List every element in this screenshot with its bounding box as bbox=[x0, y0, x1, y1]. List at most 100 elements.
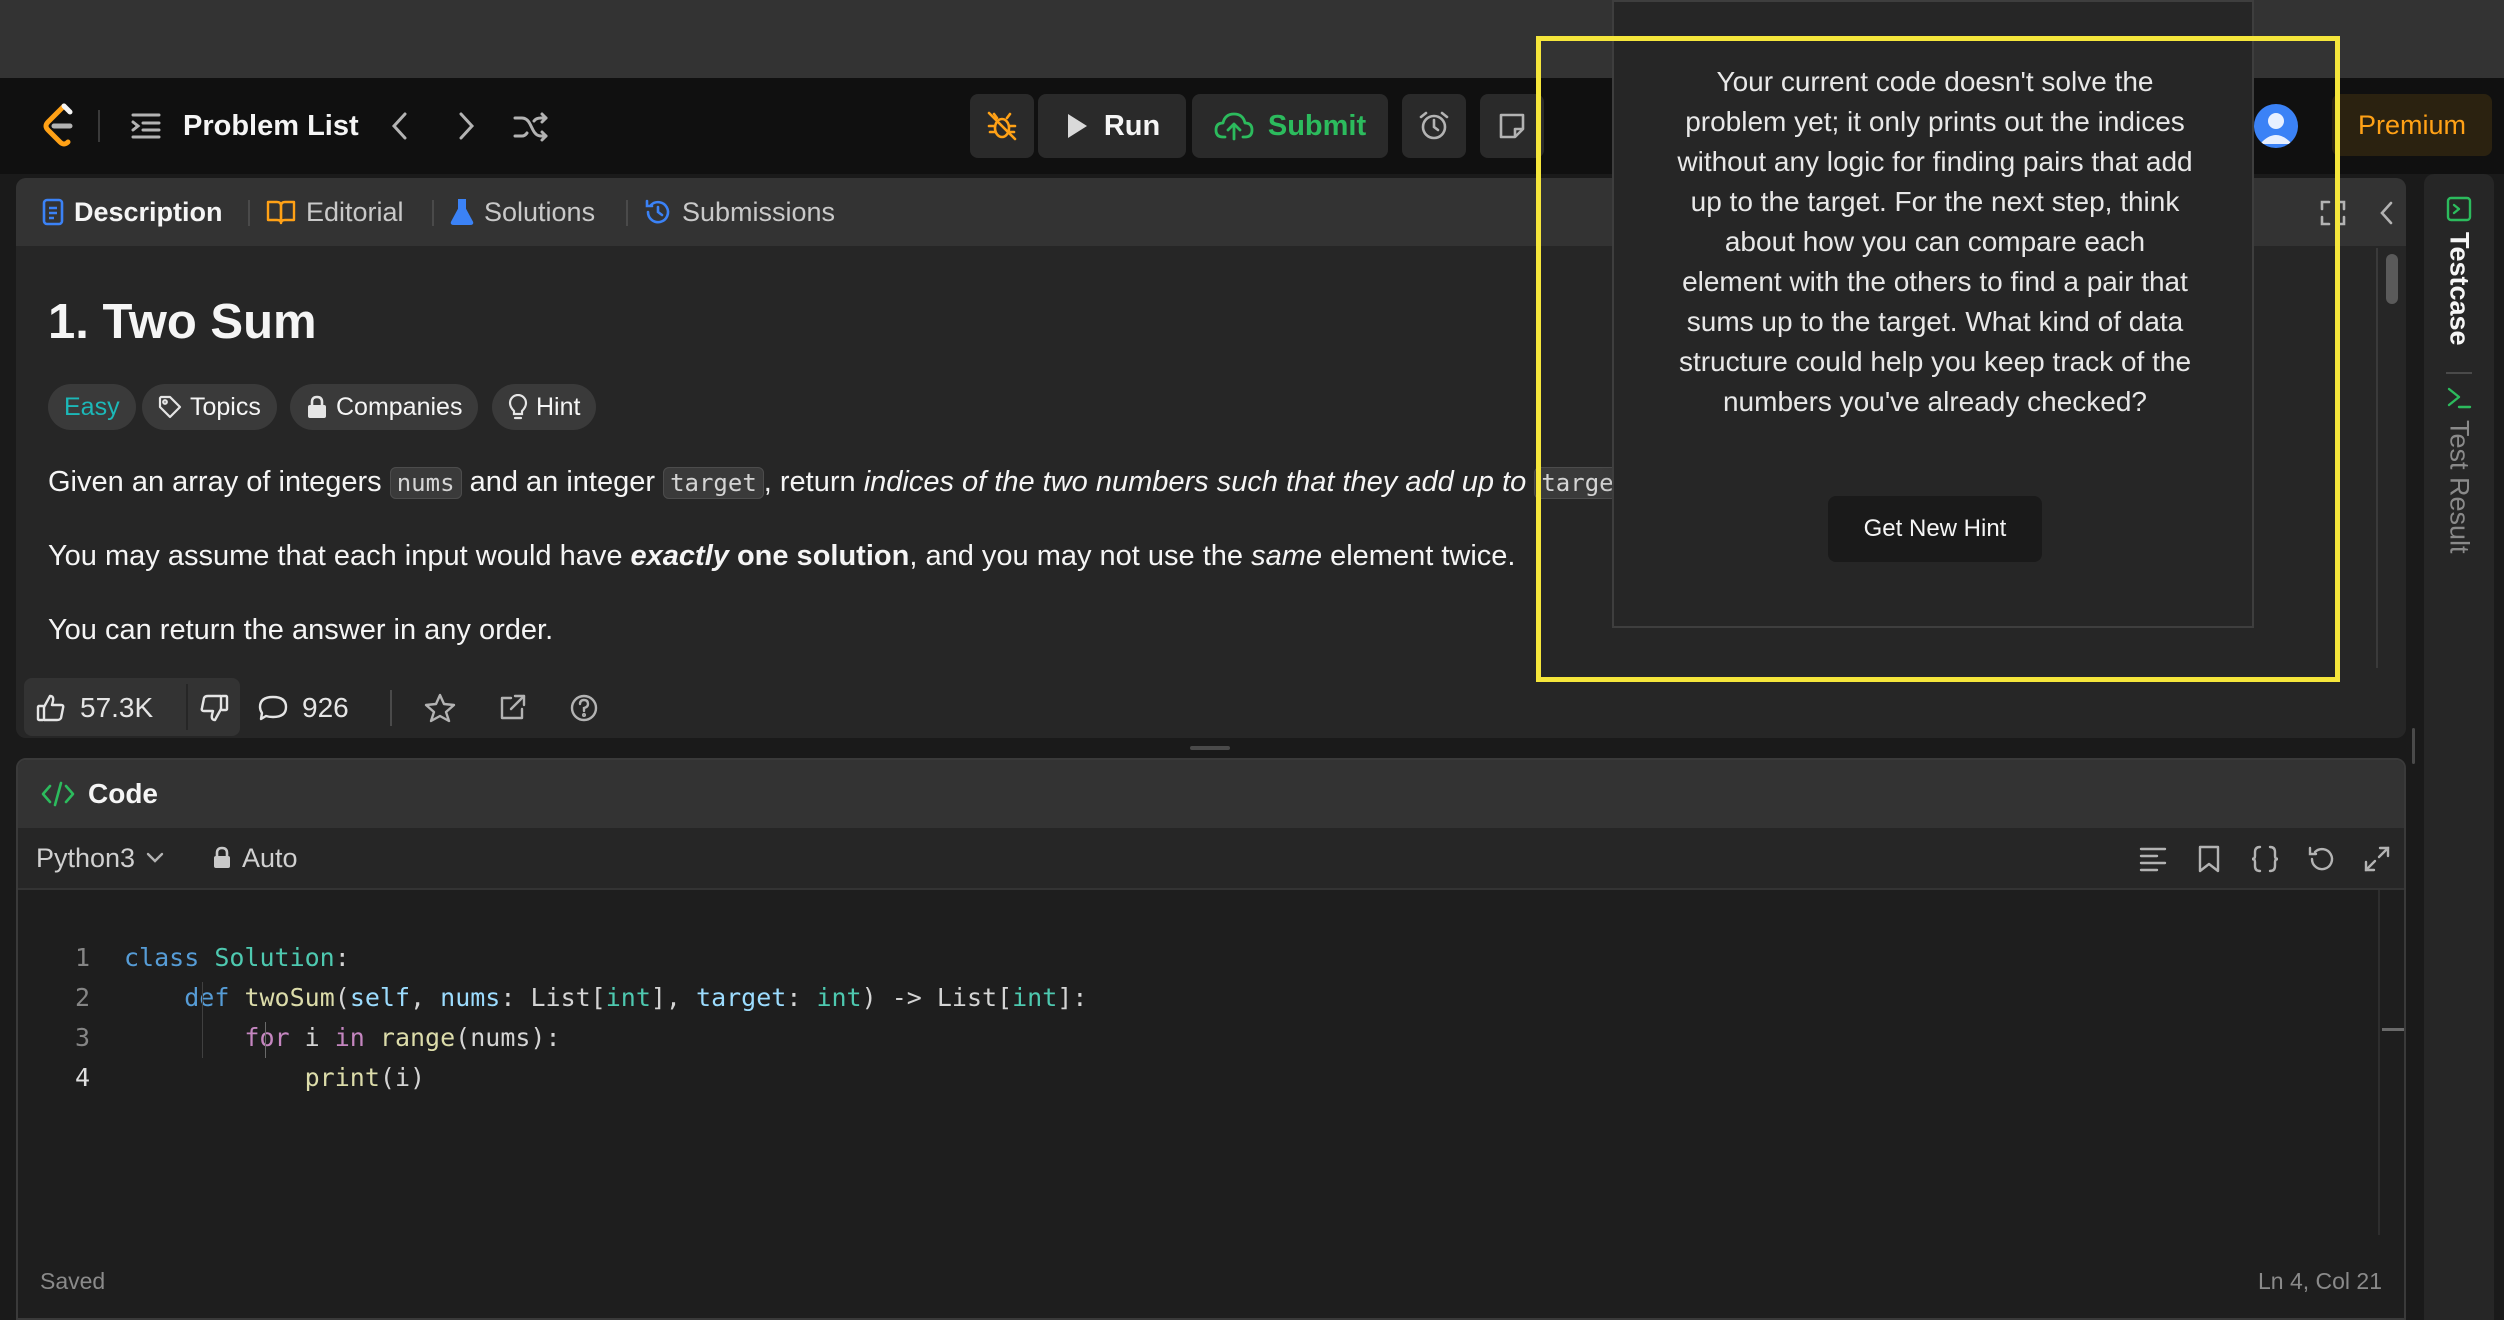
play-icon bbox=[1064, 111, 1090, 141]
statement-text: , return bbox=[763, 466, 864, 498]
hint-tag[interactable]: Hint bbox=[492, 384, 597, 430]
problem-list-label[interactable]: Problem List bbox=[183, 106, 359, 146]
language-select[interactable]: Python3 bbox=[36, 838, 165, 878]
checkbox-icon bbox=[2446, 196, 2472, 222]
lock-icon bbox=[212, 846, 232, 870]
braces-icon[interactable] bbox=[2248, 842, 2282, 876]
thumbs-down-icon bbox=[199, 693, 229, 723]
vertical-tab-separator bbox=[2446, 372, 2472, 374]
topics-tag-label: Topics bbox=[190, 392, 261, 421]
collapse-panel-icon[interactable] bbox=[2370, 196, 2404, 230]
auto-mode-label: Auto bbox=[242, 842, 298, 873]
thumbs-up-icon bbox=[36, 693, 66, 723]
notes-button[interactable] bbox=[1480, 94, 1544, 158]
companies-tag-label: Companies bbox=[336, 392, 463, 421]
sidebar-resize-handle[interactable] bbox=[2412, 728, 2415, 764]
tab-separator bbox=[248, 200, 250, 226]
statement-strong: one solution bbox=[728, 540, 910, 572]
tab-test-result-label: Test Result bbox=[2444, 420, 2475, 554]
description-action-bar bbox=[16, 674, 2406, 738]
code-line: 1 class Solution: bbox=[18, 898, 2378, 972]
companies-tag[interactable]: Companies bbox=[290, 384, 479, 430]
hint-tag-label: Hint bbox=[536, 392, 581, 421]
save-status: Saved bbox=[40, 1268, 106, 1294]
lock-icon bbox=[306, 395, 328, 419]
tab-editorial-label: Editorial bbox=[306, 196, 404, 227]
code-panel: Code Python3 Auto 1 class Solution: 2 de… bbox=[16, 758, 2406, 1320]
debug-button[interactable] bbox=[970, 94, 1034, 158]
timer-button[interactable] bbox=[1402, 94, 1466, 158]
previous-problem-icon[interactable] bbox=[382, 108, 418, 144]
action-separator bbox=[390, 690, 392, 726]
cursor-position: Ln 4, Col 21 bbox=[2257, 1268, 2382, 1294]
inline-code-target: target bbox=[663, 467, 764, 499]
dislike-button[interactable] bbox=[194, 688, 234, 728]
navbar-divider bbox=[98, 110, 100, 142]
language-label: Python3 bbox=[36, 842, 136, 873]
description-scrollbar[interactable] bbox=[2386, 254, 2398, 304]
statement-text: You may assume that each input would hav… bbox=[48, 540, 631, 572]
star-icon[interactable] bbox=[420, 688, 460, 728]
tab-solutions-label: Solutions bbox=[484, 196, 596, 227]
format-code-icon[interactable] bbox=[2136, 842, 2170, 876]
book-icon bbox=[266, 199, 296, 225]
run-label: Run bbox=[1103, 109, 1161, 142]
premium-button[interactable]: Premium bbox=[2332, 94, 2492, 156]
submit-button[interactable]: Submit bbox=[1192, 94, 1388, 158]
statement-emphasis: same bbox=[1251, 540, 1323, 572]
problem-note: You can return the answer in any order. bbox=[48, 614, 554, 646]
cloud-upload-icon bbox=[1214, 111, 1254, 141]
chevron-down-icon bbox=[145, 851, 165, 865]
bookmark-icon[interactable] bbox=[2192, 842, 2226, 876]
bug-icon bbox=[985, 109, 1019, 143]
description-icon bbox=[42, 198, 64, 226]
tab-editorial[interactable]: Editorial bbox=[266, 192, 404, 232]
reset-icon[interactable] bbox=[2304, 842, 2338, 876]
problem-constraint: You may assume that each input would hav… bbox=[48, 536, 1515, 576]
panel-resize-handle[interactable] bbox=[1190, 746, 1230, 750]
editor-toolbar: Python3 Auto bbox=[18, 828, 2404, 890]
comments-button[interactable]: 926 bbox=[258, 688, 349, 728]
statement-text: , and you may not use the bbox=[909, 540, 1252, 572]
problem-list-icon[interactable] bbox=[128, 108, 164, 144]
code-title: Code bbox=[88, 778, 158, 809]
statement-text: Given an array of integers bbox=[48, 466, 390, 498]
topics-tag[interactable]: Topics bbox=[142, 384, 277, 430]
testcase-sidebar bbox=[2424, 174, 2494, 1320]
history-icon bbox=[644, 198, 672, 226]
comment-count: 926 bbox=[302, 692, 349, 723]
comment-icon bbox=[258, 694, 288, 722]
tab-testcase-label: Testcase bbox=[2444, 232, 2475, 346]
next-problem-icon[interactable] bbox=[448, 108, 484, 144]
like-button[interactable]: 57.3K bbox=[36, 688, 153, 728]
tab-description-label: Description bbox=[74, 196, 223, 227]
run-button[interactable]: Run bbox=[1038, 94, 1186, 158]
tab-submissions[interactable]: Submissions bbox=[644, 192, 835, 232]
submit-label: Submit bbox=[1267, 109, 1367, 142]
code-editor[interactable]: 1 class Solution: 2 def twoSum(self, nums… bbox=[18, 890, 2404, 1250]
auto-mode-toggle[interactable]: Auto bbox=[212, 838, 298, 878]
share-icon[interactable] bbox=[492, 688, 532, 728]
alarm-clock-icon bbox=[1417, 109, 1451, 143]
help-icon[interactable] bbox=[564, 688, 604, 728]
shuffle-icon[interactable] bbox=[512, 108, 550, 146]
inline-code-nums: nums bbox=[389, 467, 462, 499]
tab-description[interactable]: Description bbox=[42, 192, 223, 232]
tab-test-result[interactable]: Test Result bbox=[2431, 384, 2487, 554]
indent-guide bbox=[265, 1022, 266, 1058]
lightbulb-icon bbox=[508, 394, 528, 420]
tab-solutions[interactable]: Solutions bbox=[450, 192, 595, 232]
cursor-overview-mark bbox=[2382, 1028, 2404, 1031]
leetcode-logo-icon[interactable] bbox=[38, 100, 82, 152]
fullscreen-icon[interactable] bbox=[2360, 842, 2394, 876]
terminal-icon bbox=[2446, 384, 2472, 410]
tab-testcase[interactable]: Testcase bbox=[2431, 196, 2487, 346]
tab-submissions-label: Submissions bbox=[682, 196, 836, 227]
description-scroll-track bbox=[2376, 248, 2378, 668]
problem-title: 1. Two Sum bbox=[48, 295, 317, 349]
code-header: Code bbox=[18, 760, 2404, 828]
tab-separator bbox=[626, 200, 628, 226]
problem-statement: Given an array of integers nums and an i… bbox=[48, 462, 1636, 503]
tag-icon bbox=[158, 395, 182, 419]
statement-text: element twice. bbox=[1322, 540, 1516, 572]
